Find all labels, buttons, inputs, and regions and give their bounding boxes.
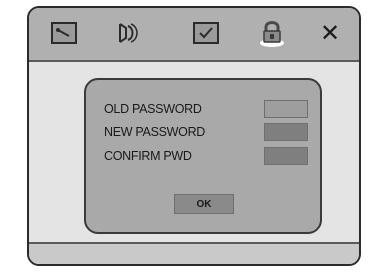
new-password-field[interactable] (264, 123, 308, 141)
confirm-pwd-field[interactable] (264, 147, 308, 165)
close-icon: ✕ (319, 19, 341, 47)
bottom-strip (29, 242, 359, 264)
password-setup-button[interactable] (257, 18, 287, 48)
audio-setup-button[interactable] (113, 18, 143, 48)
checkbox-icon (193, 22, 219, 44)
password-dialog: OLD PASSWORD NEW PASSWORD CONFIRM PWD OK (84, 78, 322, 234)
old-password-field[interactable] (264, 100, 308, 118)
lock-icon (260, 21, 284, 47)
new-password-label: NEW PASSWORD (104, 125, 206, 139)
audio-icon (119, 23, 138, 43)
preference-setup-button[interactable] (191, 18, 221, 48)
close-button[interactable]: ✕ (315, 18, 345, 48)
content-area: OLD PASSWORD NEW PASSWORD CONFIRM PWD OK (29, 62, 359, 264)
ok-button[interactable]: OK (174, 194, 234, 214)
settings-icon (51, 22, 77, 44)
settings-window: ✕ OLD PASSWORD NEW PASSWORD CONFIRM PWD … (27, 6, 361, 266)
toolbar: ✕ (29, 8, 359, 62)
confirm-pwd-label: CONFIRM PWD (104, 149, 192, 163)
old-password-label: OLD PASSWORD (104, 102, 202, 116)
general-setup-button[interactable] (49, 18, 79, 48)
